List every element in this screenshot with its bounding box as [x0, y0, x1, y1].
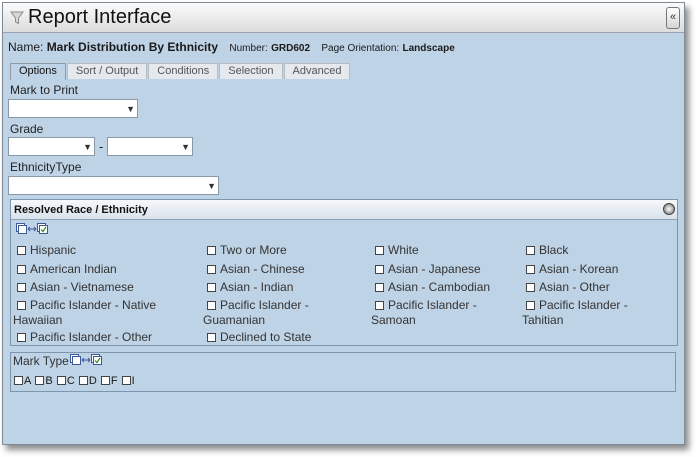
mark-to-print-select[interactable]: ▼ [8, 99, 138, 118]
chevron-down-icon: ▼ [126, 104, 135, 114]
mark-type-option-c[interactable]: C [56, 375, 75, 387]
race-option-pacific-islander-samoan[interactable]: Pacific Islander - [375, 298, 477, 313]
checkbox[interactable] [78, 376, 88, 385]
title-bar: Report Interface « [3, 3, 684, 33]
checkbox[interactable] [526, 301, 535, 310]
race-option-label-line2: Guamanian [203, 313, 266, 327]
select-all-toggle-icon[interactable] [70, 354, 102, 366]
race-option-pacific-islander-tahitian[interactable]: Pacific Islander - [526, 298, 628, 313]
race-option-asian-chinese[interactable]: Asian - Chinese [207, 262, 305, 277]
checkbox[interactable] [121, 376, 131, 385]
race-option-label-line2: Hawaiian [13, 313, 63, 327]
mark-type-label: Mark Type [13, 354, 69, 368]
race-option-hispanic[interactable]: Hispanic [17, 243, 76, 258]
race-option-pacific-islander-native-hawaiian[interactable]: Pacific Islander - Native [17, 298, 156, 313]
tab-options[interactable]: Options [10, 63, 66, 80]
tab-selection[interactable]: Selection [219, 63, 283, 79]
race-option-white[interactable]: White [375, 243, 419, 258]
checkbox[interactable] [375, 265, 384, 274]
grade-range-separator: - [99, 139, 104, 154]
ethnicity-type-select[interactable]: ▼ [8, 176, 219, 195]
window-title: Report Interface [28, 6, 172, 28]
checkbox[interactable] [375, 246, 384, 255]
mark-type-option-d[interactable]: D [78, 375, 97, 387]
race-option-pacific-islander-guamanian[interactable]: Pacific Islander - [207, 298, 309, 313]
race-option-american-indian[interactable]: American Indian [17, 262, 117, 277]
chevron-down-icon: ▼ [181, 142, 190, 152]
mark-type-option-a[interactable]: A [14, 375, 31, 387]
race-option-asian-japanese[interactable]: Asian - Japanese [375, 262, 481, 277]
race-option-label-line2: Tahitian [522, 313, 564, 327]
checkbox[interactable] [207, 246, 216, 255]
checkbox[interactable] [17, 246, 26, 255]
mark-type-option-f[interactable]: F [100, 375, 118, 387]
resolved-race-ethnicity-panel: Resolved Race / Ethnicity Hispanic Two o… [10, 199, 678, 346]
tab-advanced[interactable]: Advanced [283, 63, 351, 79]
chevron-down-icon: ▼ [207, 181, 216, 191]
race-option-black[interactable]: Black [526, 243, 568, 258]
mark-type-option-b[interactable]: B [35, 375, 53, 387]
ethnicity-type-label: EthnicityType [10, 160, 82, 174]
mark-to-print-label: Mark to Print [10, 83, 79, 97]
mark-type-option-i[interactable]: I [121, 375, 135, 387]
panel-title: Resolved Race / Ethnicity [14, 204, 148, 216]
race-option-asian-indian[interactable]: Asian - Indian [207, 280, 293, 295]
checkbox[interactable] [526, 265, 535, 274]
circle-toggle-icon[interactable] [663, 203, 675, 215]
report-info: Name: Mark Distribution By Ethnicity Num… [8, 40, 455, 54]
checkbox[interactable] [375, 301, 384, 310]
tab-conditions[interactable]: Conditions [148, 63, 219, 79]
orientation-label: Page Orientation: [321, 43, 400, 54]
race-option-asian-korean[interactable]: Asian - Korean [526, 262, 618, 277]
checkbox[interactable] [17, 265, 26, 274]
checkbox[interactable] [17, 301, 26, 310]
checkbox[interactable] [207, 301, 216, 310]
race-option-pacific-islander-other[interactable]: Pacific Islander - Other [17, 330, 152, 345]
race-option-asian-other[interactable]: Asian - Other [526, 280, 610, 295]
race-option-asian-cambodian[interactable]: Asian - Cambodian [375, 280, 490, 295]
checkbox[interactable] [17, 333, 26, 342]
mark-type-group: Mark Type A B C D F I [10, 352, 676, 392]
checkbox[interactable] [35, 376, 45, 385]
report-number: GRD602 [271, 43, 310, 54]
double-chevron-left-icon[interactable]: « [666, 7, 680, 29]
checkbox[interactable] [207, 265, 216, 274]
tab-bar: Options Sort / Output Conditions Selecti… [10, 63, 351, 80]
checkbox[interactable] [207, 283, 216, 292]
checkbox[interactable] [100, 376, 110, 385]
number-label: Number: [229, 43, 268, 54]
report-interface-window: Report Interface « Name: Mark Distributi… [2, 2, 685, 445]
mark-type-options: A B C D F I [14, 375, 136, 387]
page-orientation: Landscape [402, 43, 455, 54]
race-option-declined-to-state[interactable]: Declined to State [207, 330, 311, 345]
checkbox[interactable] [526, 283, 535, 292]
select-all-toggle-icon[interactable] [16, 223, 48, 235]
checkbox[interactable] [17, 283, 26, 292]
checkbox[interactable] [56, 376, 66, 385]
funnel-icon [10, 11, 24, 25]
panel-header: Resolved Race / Ethnicity [11, 200, 677, 220]
grade-to-select[interactable]: ▼ [107, 137, 193, 156]
race-option-label-line2: Samoan [371, 313, 416, 327]
grade-label: Grade [10, 122, 44, 136]
report-name: Mark Distribution By Ethnicity [46, 40, 219, 54]
chevron-down-icon: ▼ [83, 142, 92, 152]
checkbox[interactable] [14, 376, 23, 385]
race-option-asian-vietnamese[interactable]: Asian - Vietnamese [17, 280, 134, 295]
checkbox[interactable] [375, 283, 384, 292]
grade-from-select[interactable]: ▼ [8, 137, 95, 156]
name-label: Name: [8, 40, 44, 54]
checkbox[interactable] [526, 246, 535, 255]
checkbox[interactable] [207, 333, 216, 342]
tab-sort-output[interactable]: Sort / Output [66, 63, 148, 79]
race-option-two-or-more[interactable]: Two or More [207, 243, 287, 258]
